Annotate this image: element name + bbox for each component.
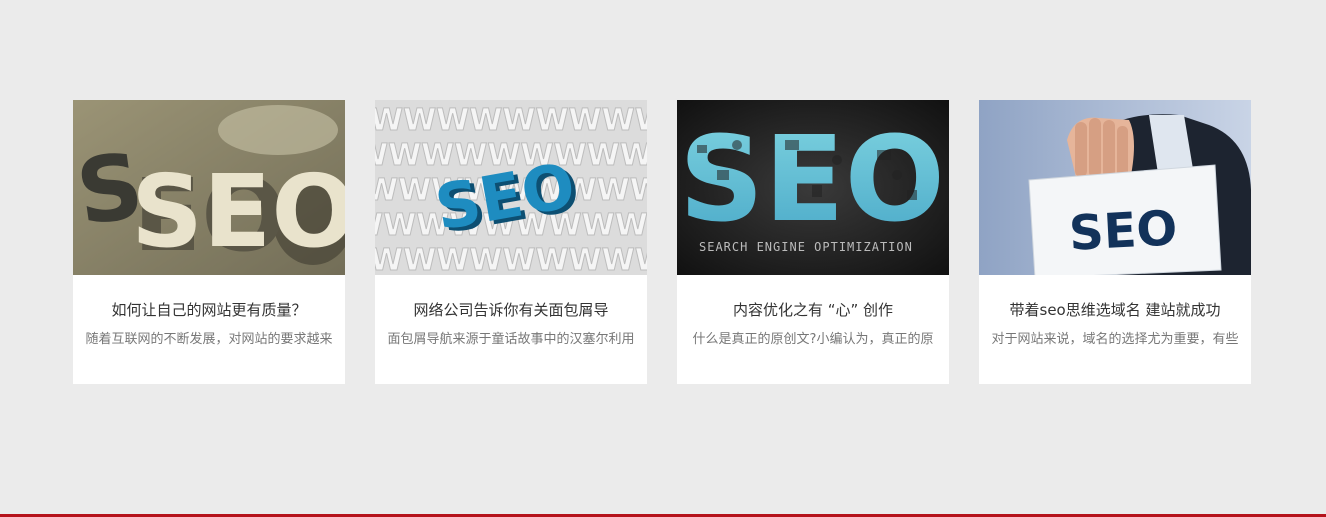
article-title[interactable]: 如何让自己的网站更有质量？	[73, 299, 345, 321]
article-card[interactable]: SEO 带着seo思维选域名 建站就成功 对于网站来说，域名的选择尤为重要，有些	[979, 100, 1251, 384]
svg-text:SEO: SEO	[131, 153, 345, 270]
seo-icons-collage-image[interactable]: SEO SEARCH ENGINE OPTIMIZATION	[677, 100, 949, 275]
seo-icons-collage-illustration: SEO SEARCH ENGINE OPTIMIZATION	[677, 100, 949, 275]
wooden-seo-letters-illustration: S EO SEO	[73, 100, 345, 275]
article-card-list: S EO SEO 如何让自己的网站更有质量？ 随着互联网的不断发展，对网站的要求…	[73, 100, 1251, 384]
hand-holding-seo-card-image[interactable]: SEO	[979, 100, 1251, 275]
article-card[interactable]: SEO SEARCH ENGINE OPTIMIZATION 内容优化之有 “心…	[677, 100, 949, 384]
article-title[interactable]: 带着seo思维选域名 建站就成功	[979, 299, 1251, 321]
article-title[interactable]: 网络公司告诉你有关面包屑导	[375, 299, 647, 321]
article-excerpt: 随着互联网的不断发展，对网站的要求越来	[85, 332, 333, 347]
svg-text:WWWWWWWWWW: WWWWWWWWWW	[375, 103, 647, 138]
article-excerpt: 面包屑导航来源于童话故事中的汉塞尔利用	[387, 332, 635, 347]
article-excerpt: 什么是真正的原创文?小编认为，真正的原	[692, 332, 934, 347]
hand-holding-seo-card-illustration: SEO	[979, 100, 1251, 275]
svg-text:SEO: SEO	[1068, 200, 1179, 262]
page: S EO SEO 如何让自己的网站更有质量？ 随着互联网的不断发展，对网站的要求…	[0, 0, 1326, 517]
wooden-seo-letters-image[interactable]: S EO SEO	[73, 100, 345, 275]
article-card[interactable]: S EO SEO 如何让自己的网站更有质量？ 随着互联网的不断发展，对网站的要求…	[73, 100, 345, 384]
article-title[interactable]: 内容优化之有 “心” 创作	[677, 299, 949, 321]
article-card[interactable]: WWWWWWWW WW WWWWWW WWWWW WWWW WWWWWW WW WWWW…	[375, 100, 647, 384]
svg-text:WWWWWWWWWW: WWWWWWWWWW	[375, 243, 647, 275]
blue-seo-on-www-letters-image[interactable]: WWWWWWWW WW WWWWWW WWWWW WWWW WWWWWW WW WWWW…	[375, 100, 647, 275]
blue-seo-www-illustration: WWWWWWWW WW WWWWWW WWWWW WWWW WWWWWW WW WWWW…	[375, 100, 647, 275]
image-caption: SEARCH ENGINE OPTIMIZATION	[699, 240, 913, 254]
article-excerpt: 对于网站来说，域名的选择尤为重要，有些	[991, 332, 1239, 347]
